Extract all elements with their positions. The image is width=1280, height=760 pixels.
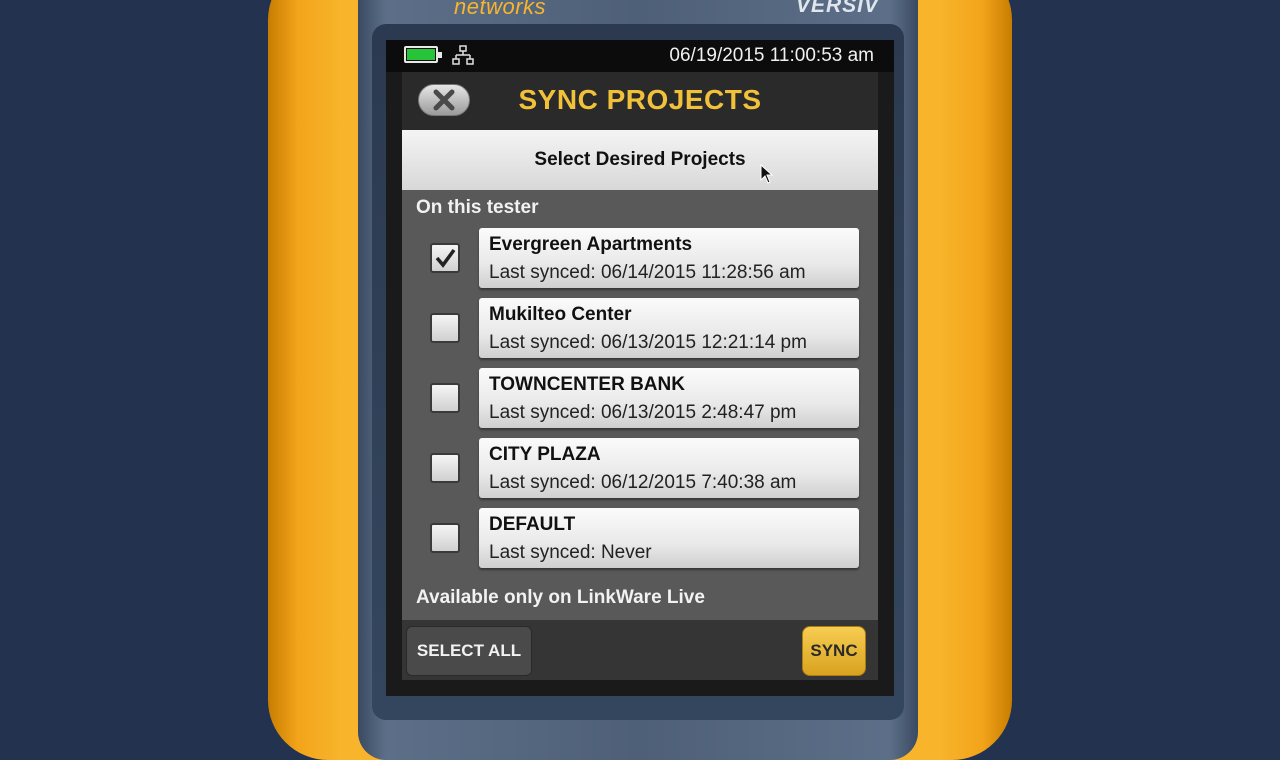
project-checkbox[interactable] [430, 243, 460, 273]
project-card[interactable]: DEFAULT Last synced: Never [479, 508, 859, 568]
status-datetime: 06/19/2015 11:00:53 am [669, 45, 874, 66]
project-name: TOWNCENTER BANK [489, 374, 685, 395]
model-logo: VERSIV [796, 0, 880, 17]
project-last-synced: Last synced: 06/13/2015 12:21:14 pm [489, 332, 807, 353]
project-row[interactable]: Mukilteo Center Last synced: 06/13/2015 … [402, 298, 878, 360]
battery-full-icon [404, 46, 442, 63]
page-title: SYNC PROJECTS [518, 84, 762, 115]
project-card[interactable]: TOWNCENTER BANK Last synced: 06/13/2015 … [479, 368, 859, 428]
project-row[interactable]: DEFAULT Last synced: Never [402, 508, 878, 570]
project-card[interactable]: Evergreen Apartments Last synced: 06/14/… [479, 228, 859, 288]
subtitle-text: Select Desired Projects [534, 149, 746, 170]
brand-logo: networks [454, 0, 547, 19]
project-name: Mukilteo Center [489, 304, 632, 325]
project-checkbox[interactable] [430, 523, 460, 553]
project-card[interactable]: CITY PLAZA Last synced: 06/12/2015 7:40:… [479, 438, 859, 498]
section-label-linkware-live: Available only on LinkWare Live [416, 587, 705, 608]
project-checkbox[interactable] [430, 453, 460, 483]
footer-bar: SELECT ALL SYNC [402, 620, 878, 680]
project-card[interactable]: Mukilteo Center Last synced: 06/13/2015 … [479, 298, 859, 358]
project-name: DEFAULT [489, 514, 576, 535]
project-name: Evergreen Apartments [489, 234, 693, 255]
status-bar: 06/19/2015 11:00:53 am [386, 40, 894, 72]
device-screen: 06/19/2015 11:00:53 am SYNC PROJECTS Sel… [386, 40, 894, 696]
project-row[interactable]: Evergreen Apartments Last synced: 06/14/… [402, 228, 878, 290]
project-last-synced: Last synced: Never [489, 542, 652, 563]
title-bar: SYNC PROJECTS [402, 72, 878, 130]
project-last-synced: Last synced: 06/12/2015 7:40:38 am [489, 472, 797, 493]
section-label-on-tester: On this tester [416, 197, 539, 218]
subtitle-bar: Select Desired Projects [402, 130, 878, 190]
select-all-label: SELECT ALL [416, 641, 522, 660]
project-row[interactable]: CITY PLAZA Last synced: 06/12/2015 7:40:… [402, 438, 878, 500]
project-name: CITY PLAZA [489, 444, 601, 465]
project-row[interactable]: TOWNCENTER BANK Last synced: 06/13/2015 … [402, 368, 878, 430]
project-checkbox[interactable] [430, 383, 460, 413]
project-last-synced: Last synced: 06/14/2015 11:28:56 am [489, 262, 806, 283]
checkmark-icon [435, 248, 456, 268]
network-icon [452, 45, 474, 65]
mouse-cursor-icon [760, 164, 774, 184]
project-last-synced: Last synced: 06/13/2015 2:48:47 pm [489, 402, 797, 423]
project-list-panel[interactable]: Select Desired Projects On this tester E… [402, 130, 878, 620]
sync-label: SYNC [810, 641, 858, 660]
sync-button[interactable]: SYNC [802, 626, 866, 676]
select-all-button[interactable]: SELECT ALL [406, 626, 532, 676]
project-checkbox[interactable] [430, 313, 460, 343]
